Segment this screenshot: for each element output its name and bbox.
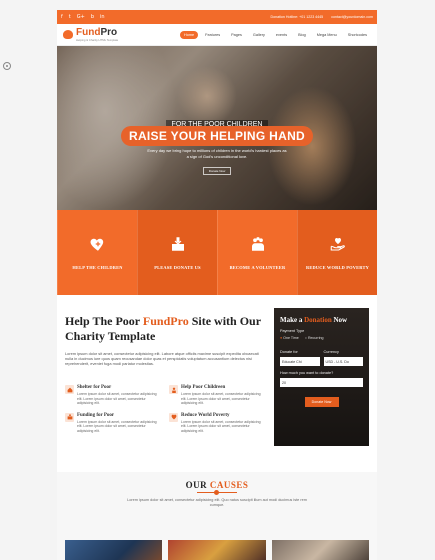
help-item-title: Funding for Poor: [77, 412, 115, 418]
nav-mega-menu[interactable]: Mega Menu: [313, 31, 341, 39]
currency-label: Currency: [323, 350, 339, 354]
logo-heart-icon: [63, 30, 73, 39]
hotline-text: Donation Hotline: +01 1223 4445: [270, 15, 324, 19]
nav-events[interactable]: events: [272, 31, 291, 39]
cause-image[interactable]: [168, 540, 266, 560]
help-item-body: Lorem ipsum dolor sit amet, consectetur …: [77, 392, 157, 405]
contact-info: Donation Hotline: +01 1223 4445 contact@…: [271, 15, 373, 19]
children-icon: [169, 385, 178, 394]
volunteer-icon: [247, 233, 269, 255]
donation-form-title: Make a Donation Now: [280, 316, 348, 324]
nav-gallery[interactable]: Gallery: [249, 31, 269, 39]
help-item-title: Reduce World Poverty: [181, 412, 230, 418]
hero-title: RAISE YOUR HELPING HAND: [120, 126, 314, 146]
causes-section: OUR CAUSES Lorem ipsum dolor sit amet, c…: [57, 472, 377, 560]
help-item-title: Shelter for Poor: [77, 385, 112, 390]
causes-divider: [197, 490, 237, 495]
social-links: f t G+ b in: [61, 14, 105, 20]
feature-volunteer[interactable]: BECOME A VOLUNTEER: [217, 210, 297, 295]
care-hand-icon: [327, 233, 349, 255]
heart-hand-icon: [87, 233, 109, 255]
nav-blog[interactable]: Blog: [294, 31, 310, 39]
help-section: Help The Poor FundPro Site with Our Char…: [57, 307, 377, 452]
donate-for-label: Donate for: [280, 350, 298, 354]
behance-icon[interactable]: b: [91, 14, 94, 20]
cause-image[interactable]: [271, 540, 369, 560]
twitter-icon[interactable]: t: [69, 14, 71, 20]
logo[interactable]: FundPro Helping & Charity HTML Template: [63, 27, 118, 42]
amount-select[interactable]: 20: [280, 378, 363, 387]
cause-cards: [65, 540, 369, 560]
template-preview: f t G+ b in Donation Hotline: +01 1223 4…: [57, 10, 377, 560]
feature-label: HELP THE CHILDREN: [72, 265, 123, 270]
nav-shortcodes[interactable]: Shortcodes: [344, 31, 371, 39]
help-item-body: Lorem ipsum dolor sit amet, consectetur …: [181, 419, 261, 433]
nav-features[interactable]: Features: [201, 31, 224, 39]
logo-tagline: Helping & Charity HTML Template: [76, 38, 119, 42]
help-item-body: Lorem ipsum dolor sit amet, consectetur …: [77, 419, 157, 433]
feature-label: BECOME A VOLUNTEER: [229, 265, 286, 270]
help-title: Help The Poor FundPro Site with Our Char…: [65, 314, 261, 343]
donate-box-icon: [167, 233, 189, 255]
settings-circle-icon[interactable]: [3, 62, 11, 70]
nav-home[interactable]: Home: [179, 30, 199, 39]
menu: Home Features Pages Gallery events Blog …: [179, 30, 371, 39]
help-item-children: Help Poor Childreen Lorem ipsum dolor sit…: [169, 385, 265, 406]
feature-strip: HELP THE CHILDREN PLEASE DONATE US BECOM…: [57, 210, 377, 295]
facebook-icon[interactable]: f: [61, 14, 63, 20]
help-items: Shelter for Poor Lorem ipsum dolor sit am…: [65, 385, 265, 433]
feature-donate[interactable]: PLEASE DONATE US: [137, 210, 217, 295]
hero-description: Every day we bring hope to millions of c…: [147, 148, 287, 159]
causes-title: OUR CAUSES: [185, 480, 249, 490]
donation-form: Make a Donation Now Payment Type One Tim…: [274, 308, 369, 446]
payment-type-label: Payment Type: [280, 329, 305, 333]
currency-select[interactable]: USD - U.S. Do: [323, 357, 363, 366]
amount-label: How much you want to donate?: [280, 371, 334, 375]
radio-recurring[interactable]: Recurring: [305, 336, 324, 340]
help-item-shelter: Shelter for Poor Lorem ipsum dolor sit am…: [65, 385, 161, 406]
help-intro: Lorem ipsum dolor sit amet, consectetur …: [65, 351, 259, 366]
top-bar: f t G+ b in Donation Hotline: +01 1223 4…: [57, 10, 377, 24]
linkedin-icon[interactable]: in: [100, 14, 105, 20]
poverty-icon: [169, 412, 178, 422]
help-item-title: Help Poor Childreen: [181, 385, 226, 390]
google-plus-icon[interactable]: G+: [77, 14, 85, 20]
radio-one-time[interactable]: One Time: [280, 336, 299, 340]
help-item-poverty: Reduce World Poverty Lorem ipsum dolor si…: [169, 412, 265, 434]
feature-label: REDUCE WORLD POVERTY: [305, 265, 370, 270]
main-nav: FundPro Helping & Charity HTML Template …: [57, 24, 377, 46]
payment-type-radios: One Time Recurring: [280, 336, 363, 340]
funding-icon: [65, 412, 74, 422]
hero-banner: FOR THE POOR CHILDREN RAISE YOUR HELPING…: [57, 46, 377, 210]
help-item-funding: Funding for Poor Lorem ipsum dolor sit am…: [65, 412, 161, 434]
feature-reduce-poverty[interactable]: REDUCE WORLD POVERTY: [297, 210, 377, 295]
donate-now-button[interactable]: Donate Now: [304, 397, 339, 407]
donate-for-select[interactable]: Educate Chi: [280, 357, 320, 366]
hero-donate-button[interactable]: Donate Now: [203, 167, 231, 175]
cause-image[interactable]: [65, 540, 163, 560]
help-item-body: Lorem ipsum dolor sit amet, consectetur …: [181, 392, 261, 405]
feature-label: PLEASE DONATE US: [154, 265, 201, 270]
email-link[interactable]: contact@yourdomain.com: [331, 15, 373, 19]
nav-pages[interactable]: Pages: [227, 31, 246, 39]
causes-description: Lorem ipsum dolor sit amet, consectetur …: [127, 498, 307, 507]
logo-text: FundPro: [76, 27, 118, 38]
feature-help-children[interactable]: HELP THE CHILDREN: [57, 210, 137, 295]
shelter-icon: [65, 385, 74, 394]
